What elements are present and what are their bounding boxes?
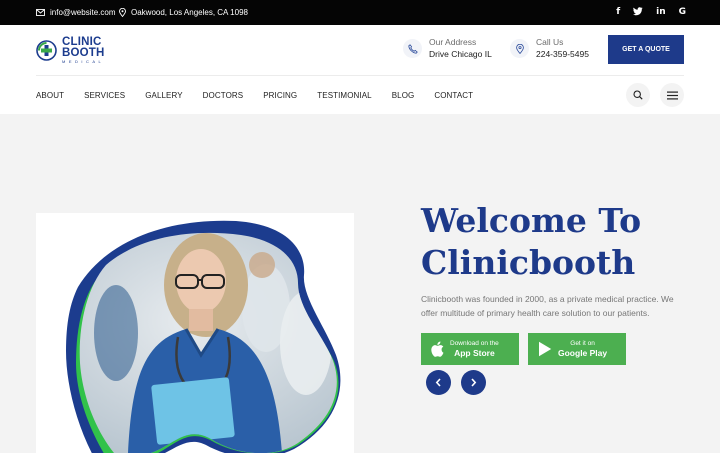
hero-title-line-1: Welcome To [421,201,642,240]
contact-call: Call Us 224-359-5495 [510,37,589,60]
nav-item-about[interactable]: ABOUT [36,91,64,100]
site-header: CLINIC BOOTH MEDICAL Our Address Drive C… [0,25,720,114]
topbar-email-text: info@website.com [50,8,116,17]
app-store-small-text: Download on the [450,339,499,347]
linkedin-icon[interactable]: in [656,7,666,17]
chevron-left-icon [435,378,441,387]
clinic-booth-logo-icon [36,40,57,61]
doctor-photo [66,220,341,453]
nav-item-doctors[interactable]: DOCTORS [203,91,244,100]
envelope-icon [36,9,45,16]
apple-icon [431,341,444,357]
top-bar: info@website.com Oakwood, Los Angeles, C… [0,0,720,25]
twitter-icon[interactable] [633,7,643,17]
phone-circle [403,39,422,58]
map-pin-icon [119,8,126,17]
google-play-small-text: Get it on [570,339,595,347]
contact-call-value[interactable]: 224-359-5495 [536,48,589,60]
hero-description: Clinicbooth was founded in 2000, as a pr… [421,294,674,318]
hero-image-frame [36,213,354,453]
nav-item-services[interactable]: SERVICES [84,91,125,100]
chevron-right-icon [471,378,477,387]
header-divider [36,75,684,76]
nav-item-gallery[interactable]: GALLERY [145,91,182,100]
topbar-address: Oakwood, Los Angeles, CA 1098 [119,8,248,17]
facebook-icon[interactable]: f [616,7,620,17]
menu-button[interactable] [660,83,684,107]
slider-next-button[interactable] [461,370,486,395]
pin-circle [510,39,529,58]
logo-line-3: MEDICAL [62,59,105,64]
nav-tools [626,83,684,107]
search-button[interactable] [626,83,650,107]
google-icon[interactable]: G [679,7,686,17]
social-links: f in G [616,7,686,17]
contact-address-label: Our Address [429,37,477,47]
logo[interactable]: CLINIC BOOTH MEDICAL [36,36,105,64]
contact-address: Our Address Drive Chicago IL [403,37,492,60]
search-icon [633,90,643,100]
logo-line-2: BOOTH [62,47,105,59]
hamburger-menu-icon [666,91,678,99]
nav-item-contact[interactable]: CONTACT [434,91,473,100]
hero-section: Welcome To Clinicbooth Clinicbooth was f… [0,114,720,453]
hero-title-line-2: Clinicbooth [421,243,636,282]
google-play-big-text: Google Play [558,347,608,358]
get-a-quote-button[interactable]: GET A QUOTE [608,35,684,64]
topbar-email[interactable]: info@website.com [36,8,115,17]
slider-prev-button[interactable] [426,370,451,395]
hero-title: Welcome To Clinicbooth [421,200,641,284]
phone-icon [407,43,418,54]
app-store-big-text: App Store [454,347,495,358]
topbar-address-text: Oakwood, Los Angeles, CA 1098 [131,8,248,17]
nav-item-testimonial[interactable]: TESTIMONIAL [317,91,371,100]
contact-call-label: Call Us [536,37,564,47]
app-store-button[interactable]: Download on the App Store [421,333,519,365]
location-pin-icon [515,43,524,54]
play-icon [539,341,552,357]
contact-address-value: Drive Chicago IL [429,49,492,59]
main-nav: ABOUT SERVICES GALLERY DOCTORS PRICING T… [36,91,493,100]
nav-item-blog[interactable]: BLOG [392,91,415,100]
nav-item-pricing[interactable]: PRICING [263,91,297,100]
google-play-button[interactable]: Get it on Google Play [528,333,626,365]
